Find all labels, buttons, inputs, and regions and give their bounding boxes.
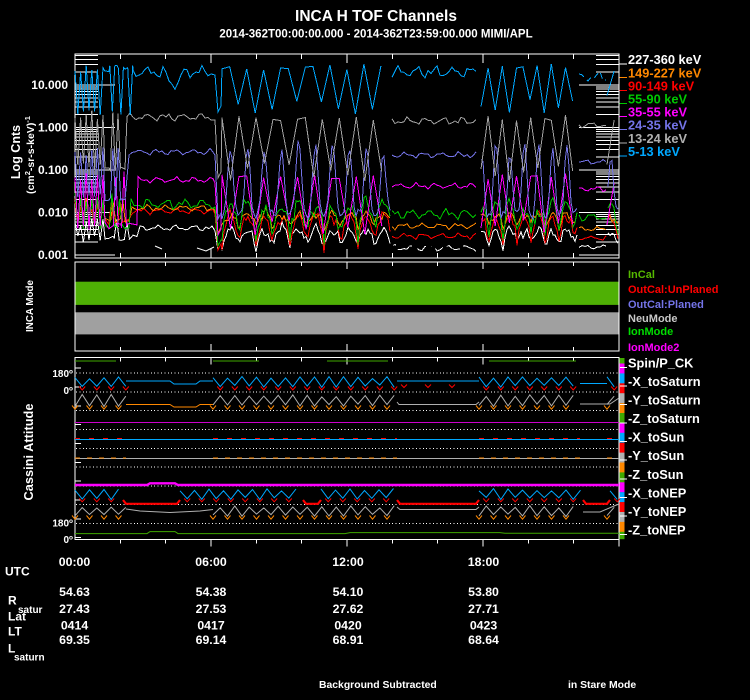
svg-text:R: R — [8, 594, 17, 608]
svg-text:68.91: 68.91 — [333, 633, 364, 647]
svg-text:saturn: saturn — [14, 653, 45, 664]
svg-text:0420: 0420 — [334, 618, 362, 632]
svg-text:12:00: 12:00 — [332, 555, 364, 569]
svg-text:54.10: 54.10 — [333, 585, 364, 599]
svg-text:-Z_toSaturn: -Z_toSaturn — [628, 411, 700, 426]
svg-text:53.80: 53.80 — [468, 585, 499, 599]
svg-text:0417: 0417 — [197, 618, 225, 632]
svg-text:Cassini Attitude: Cassini Attitude — [21, 404, 36, 501]
svg-text:-Y_toSun: -Y_toSun — [628, 448, 684, 463]
svg-text:2014-362T00:00:00.000 - 2014-3: 2014-362T00:00:00.000 - 2014-362T23:59:0… — [219, 29, 532, 41]
svg-text:IonMode2: IonMode2 — [628, 342, 679, 354]
svg-text:0.100: 0.100 — [38, 163, 68, 177]
svg-text:27.62: 27.62 — [333, 602, 364, 616]
svg-text:1.000: 1.000 — [38, 121, 68, 135]
svg-text:54.63: 54.63 — [59, 585, 90, 599]
svg-text:-X_toSaturn: -X_toSaturn — [628, 374, 701, 389]
svg-text:0.001: 0.001 — [38, 248, 68, 262]
svg-text:68.64: 68.64 — [468, 633, 499, 647]
svg-text:OutCal:Planed: OutCal:Planed — [628, 299, 704, 311]
svg-text:10.000: 10.000 — [31, 78, 68, 92]
svg-text:5-13 keV: 5-13 keV — [628, 144, 680, 159]
svg-text:NeuMode: NeuMode — [628, 313, 678, 325]
svg-text:69.14: 69.14 — [196, 633, 227, 647]
svg-text:54.38: 54.38 — [196, 585, 227, 599]
svg-text:InCal: InCal — [628, 269, 655, 281]
svg-text:0.010: 0.010 — [38, 206, 68, 220]
svg-text:-X_toNEP: -X_toNEP — [628, 485, 687, 500]
svg-text:18:00: 18:00 — [468, 555, 500, 569]
svg-text:Spin/P_CK: Spin/P_CK — [628, 356, 694, 371]
svg-text:IonMode: IonMode — [628, 326, 673, 338]
svg-text:Log Cnts: Log Cnts — [9, 125, 23, 179]
svg-text:Lat: Lat — [8, 610, 26, 624]
svg-text:27.71: 27.71 — [468, 602, 499, 616]
svg-text:06:00: 06:00 — [195, 555, 227, 569]
svg-text:00:00: 00:00 — [59, 555, 91, 569]
svg-text:0414: 0414 — [61, 618, 89, 632]
svg-text:INCA Mode: INCA Mode — [25, 280, 36, 332]
svg-text:INCA H TOF Channels: INCA H TOF Channels — [295, 8, 457, 25]
svg-text:LT: LT — [8, 625, 22, 639]
svg-text:69.35: 69.35 — [59, 633, 90, 647]
svg-text:-Y_toSaturn: -Y_toSaturn — [628, 393, 701, 408]
svg-text:0423: 0423 — [470, 618, 498, 632]
svg-text:-X_toSun: -X_toSun — [628, 430, 684, 445]
svg-text:27.53: 27.53 — [196, 602, 227, 616]
svg-text:27.43: 27.43 — [59, 602, 90, 616]
svg-text:(cm2-sr-s-keV)-1: (cm2-sr-s-keV)-1 — [23, 116, 37, 194]
svg-text:-Y_toNEP: -Y_toNEP — [628, 504, 687, 519]
svg-text:in Stare Mode: in Stare Mode — [568, 680, 636, 691]
svg-text:-Z_toNEP: -Z_toNEP — [628, 523, 686, 538]
svg-text:UTC: UTC — [5, 565, 30, 579]
svg-text:OutCal:UnPlaned: OutCal:UnPlaned — [628, 284, 718, 296]
svg-text:-Z_toSun: -Z_toSun — [628, 467, 684, 482]
svg-text:Background Subtracted: Background Subtracted — [319, 680, 437, 691]
